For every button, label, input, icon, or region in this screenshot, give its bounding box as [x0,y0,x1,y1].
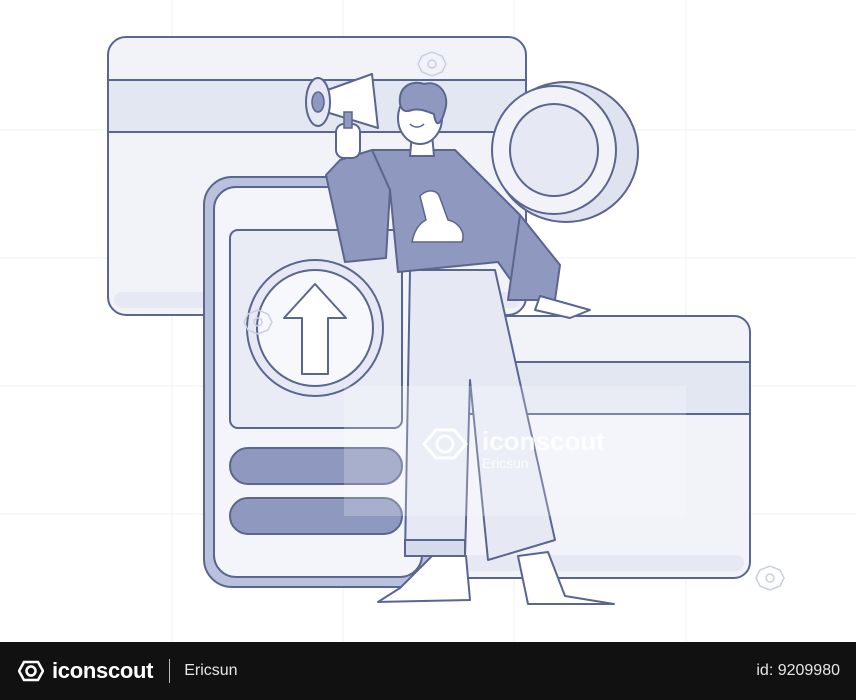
footer-divider [169,659,171,683]
footer-brand[interactable]: iconscout [18,658,154,684]
coin-icon [491,81,639,223]
watermark-brand: iconscout [482,426,605,456]
footer-bar: iconscout Ericsun id: 9209980 [0,642,856,700]
footer-author[interactable]: Ericsun [184,662,237,680]
watermark: iconscout Ericsun [474,428,605,472]
iconscout-logo-icon [18,660,44,682]
footer-asset-id: id: 9209980 [756,662,840,679]
footer-brand-name: iconscout [52,658,154,683]
watermark-author: Ericsun [482,455,529,471]
illustration [0,0,856,642]
upload-arrow-icon [246,259,384,397]
